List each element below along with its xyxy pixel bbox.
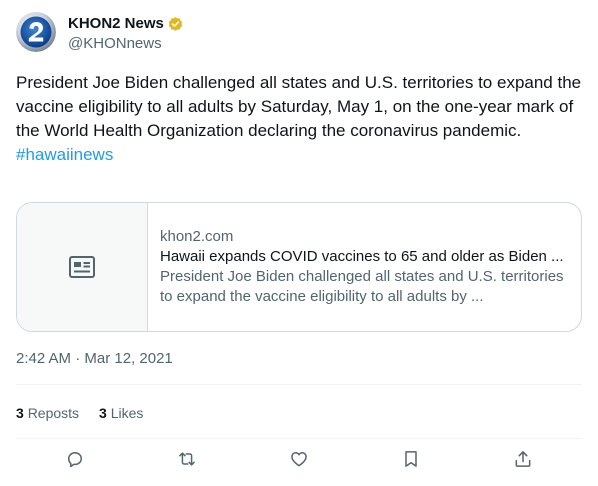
tweet-timestamp[interactable]: 2:42 AM · Mar 12, 2021	[16, 349, 173, 369]
tweet-text: President Joe Biden challenged all state…	[16, 71, 582, 167]
display-name-row: KHON2 News	[68, 14, 184, 34]
share-icon	[515, 451, 531, 467]
tweet-body: President Joe Biden challenged all state…	[16, 73, 582, 140]
card-thumbnail	[17, 203, 148, 331]
share-button[interactable]	[512, 448, 534, 470]
reply-button[interactable]	[64, 448, 86, 470]
likes-label: Likes	[110, 405, 144, 421]
repost-icon	[179, 452, 195, 466]
card-text: khon2.com Hawaii expands COVID vaccines …	[148, 203, 581, 331]
likes-stat[interactable]: 3 Likes	[99, 403, 143, 423]
bookmark-button[interactable]	[400, 448, 422, 470]
like-button[interactable]	[288, 448, 310, 470]
card-domain: khon2.com	[160, 228, 234, 245]
link-card[interactable]: khon2.com Hawaii expands COVID vaccines …	[16, 202, 582, 332]
reposts-count: 3	[16, 405, 24, 421]
divider	[16, 438, 582, 439]
verified-badge-icon[interactable]	[167, 16, 184, 33]
reposts-stat[interactable]: 3 Reposts	[16, 403, 79, 423]
author-names: KHON2 News @KHONnews	[68, 14, 184, 54]
like-icon	[291, 452, 307, 467]
divider	[16, 384, 582, 385]
tweet: KHON2 News @KHONnews President Joe Biden…	[0, 0, 598, 486]
reply-icon	[68, 452, 82, 468]
avatar[interactable]	[16, 12, 56, 52]
bookmark-icon	[405, 451, 417, 467]
reposts-label: Reposts	[27, 405, 80, 421]
repost-button[interactable]	[176, 448, 198, 470]
likes-count: 3	[99, 405, 107, 421]
article-icon	[69, 256, 95, 278]
card-description: President Joe Biden challenged all state…	[160, 268, 564, 305]
tweet-header: KHON2 News @KHONnews	[16, 12, 184, 54]
khon2-logo-icon	[16, 12, 56, 52]
engagement-stats: 3 Reposts 3 Likes	[16, 403, 163, 423]
card-title: Hawaii expands COVID vaccines to 65 and …	[160, 248, 564, 265]
display-name[interactable]: KHON2 News	[68, 14, 164, 34]
author-handle[interactable]: @KHONnews	[68, 34, 184, 54]
hashtag-link[interactable]: #hawaiinews	[16, 143, 582, 167]
action-bar	[16, 448, 582, 478]
